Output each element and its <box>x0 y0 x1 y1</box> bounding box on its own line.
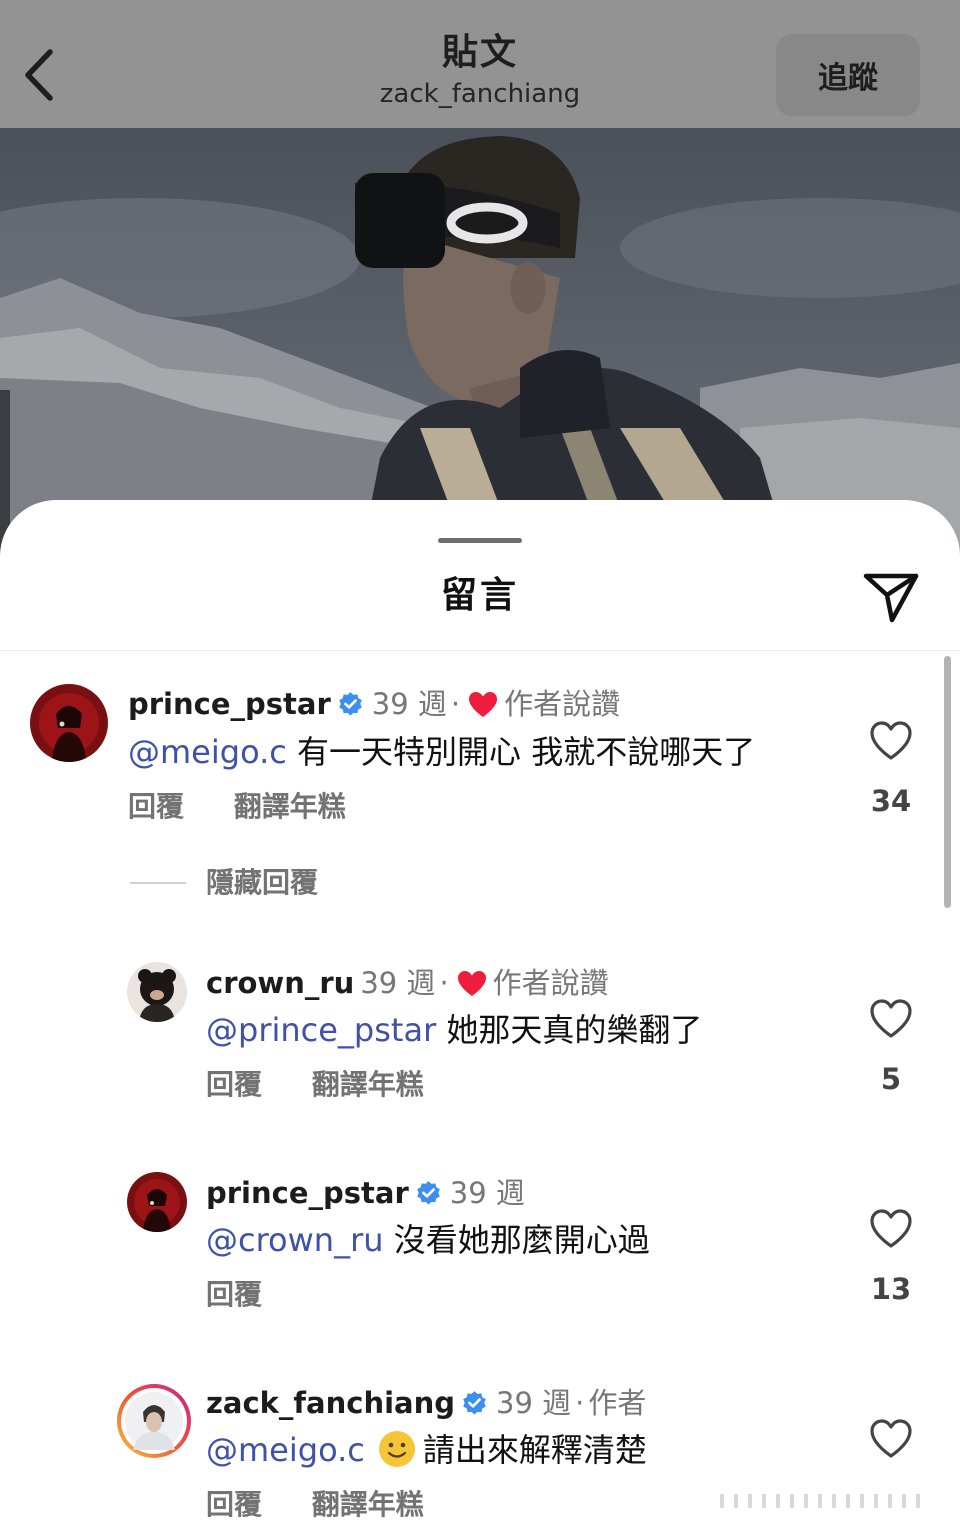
comment-body: @prince_pstar 她那天真的樂翻了 <box>206 1008 702 1052</box>
comment-text: 請出來解釋清楚 <box>422 1431 647 1469</box>
reply-button[interactable]: 回覆 <box>206 1066 262 1104</box>
avatar[interactable] <box>30 684 108 762</box>
separator-dot: · <box>575 1386 585 1420</box>
comment-username[interactable]: crown_ru <box>206 966 354 1000</box>
verified-badge-icon <box>417 1181 440 1205</box>
heart-outline-icon[interactable] <box>869 998 913 1040</box>
avatar[interactable] <box>115 1382 193 1460</box>
heart-outline-icon[interactable] <box>869 720 913 762</box>
comment-time: 39 週 <box>371 687 447 721</box>
comment-meta: zack_fanchiang 39 週 · 作者 <box>206 1384 646 1422</box>
separator-dot: · <box>439 966 449 1000</box>
comment-actions: 回覆 翻譯年糕 <box>128 788 386 826</box>
comment-actions: 回覆 <box>206 1276 302 1314</box>
verified-badge-icon <box>463 1391 486 1415</box>
post-photo-image <box>0 128 960 560</box>
mention-link[interactable]: @meigo.c <box>206 1431 365 1469</box>
liked-by-author-label: 作者說讚 <box>504 687 621 721</box>
separator-dot: · <box>450 687 461 721</box>
translate-button[interactable]: 翻譯年糕 <box>234 788 346 826</box>
comment-text: 沒看她那麼開心過 <box>393 1221 650 1259</box>
post-backdrop: 貼文 zack_fanchiang 追蹤 <box>0 0 960 560</box>
comment-username[interactable]: zack_fanchiang <box>206 1386 455 1420</box>
chevron-left-icon[interactable] <box>18 46 66 104</box>
comment-body: @crown_ru 沒看她那麼開心過 <box>206 1218 650 1262</box>
drag-handle[interactable] <box>438 538 522 543</box>
follow-button[interactable]: 追蹤 <box>776 34 920 116</box>
sheet-divider <box>0 650 960 651</box>
header-title-block: 貼文 zack_fanchiang <box>280 30 680 112</box>
comment-time: 39 週 <box>449 1176 525 1210</box>
translate-button[interactable]: 翻譯年糕 <box>312 1486 424 1520</box>
scrollbar[interactable] <box>944 656 951 908</box>
mention-link[interactable]: @meigo.c <box>128 733 287 771</box>
avatar[interactable] <box>127 1172 187 1232</box>
comment-username[interactable]: prince_pstar <box>206 1176 409 1210</box>
avatar[interactable] <box>127 962 187 1022</box>
comment-time: 39 週 <box>496 1386 572 1420</box>
comment-body: @meigo.c 有一天特別開心 我就不說哪天了 <box>128 730 755 774</box>
comment-meta: prince_pstar 39 週 · 作者說讚 <box>128 685 620 723</box>
reply-button[interactable]: 回覆 <box>206 1486 262 1520</box>
reply-button[interactable]: 回覆 <box>128 788 184 826</box>
verified-badge-icon <box>339 692 362 716</box>
comment-actions: 回覆 翻譯年糕 <box>206 1066 464 1104</box>
page-title: 貼文 <box>441 32 518 73</box>
slightly-smiling-face-icon <box>378 1431 415 1467</box>
sheet-title: 留言 <box>440 575 519 616</box>
liked-by-author-label: 作者說讚 <box>492 966 609 1000</box>
hide-replies-toggle[interactable]: 隱藏回覆 <box>130 864 318 902</box>
comment-text: 有一天特別開心 我就不說哪天了 <box>297 733 756 771</box>
like-count: 5 <box>880 1062 902 1096</box>
translate-button[interactable]: 翻譯年糕 <box>312 1066 424 1104</box>
like-count: 34 <box>870 784 912 818</box>
post-photo <box>0 128 960 560</box>
mention-link[interactable]: @prince_pstar <box>206 1011 436 1049</box>
comment-meta: crown_ru 39 週 · 作者說讚 <box>206 964 609 1002</box>
author-label: 作者 <box>588 1386 647 1420</box>
hide-replies-label: 隱藏回覆 <box>206 866 319 899</box>
heart-outline-icon[interactable] <box>869 1208 913 1250</box>
watermark-mark <box>720 1494 920 1508</box>
comments-sheet: 留言 prince_pstar 39 週 · 作者說讚 @meigo.c 有一天特別開… <box>0 500 960 1520</box>
reply-button[interactable]: 回覆 <box>206 1276 262 1314</box>
hide-replies-line <box>130 882 186 884</box>
heart-filled-icon <box>469 692 498 717</box>
comment-time: 39 週 <box>360 966 436 1000</box>
comment-meta: prince_pstar 39 週 <box>206 1174 525 1212</box>
post-author-username[interactable]: zack_fanchiang <box>280 76 680 112</box>
mention-link[interactable]: @crown_ru <box>206 1221 384 1259</box>
heart-filled-icon <box>457 971 486 996</box>
top-navigation-bar: 貼文 zack_fanchiang 追蹤 <box>0 0 960 128</box>
comment-text: 她那天真的樂翻了 <box>446 1011 703 1049</box>
paper-plane-icon[interactable] <box>862 570 920 624</box>
comment-actions: 回覆 翻譯年糕 <box>206 1486 464 1520</box>
comment-body: @meigo.c 請出來解釋清楚 <box>206 1428 647 1472</box>
heart-outline-icon[interactable] <box>869 1418 913 1460</box>
comment-username[interactable]: prince_pstar <box>128 687 331 721</box>
like-count: 13 <box>870 1272 912 1306</box>
